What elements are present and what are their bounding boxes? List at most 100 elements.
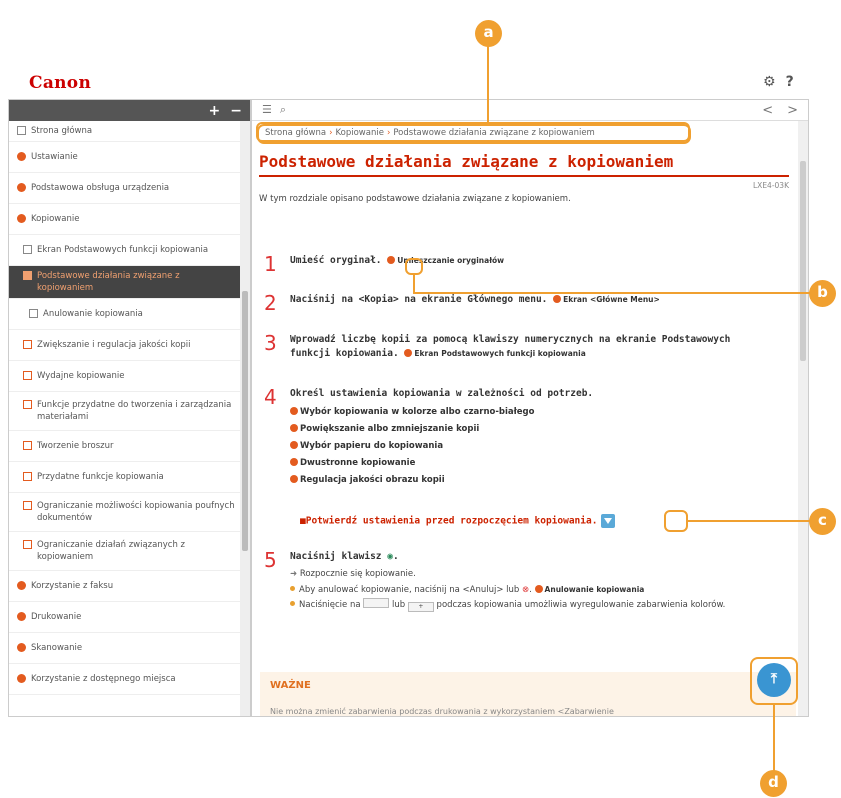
important-text: Nie można zmienić zabarwienia podczas dr… — [270, 707, 614, 716]
step-text: Naciśnij klawisz — [290, 551, 382, 562]
section-icon — [17, 214, 26, 223]
toc-item-materials[interactable]: Funkcje przydatne do tworzenia i zarządz… — [9, 392, 242, 431]
toc-item-printing[interactable]: Drukowanie — [9, 602, 242, 633]
toc-item-home[interactable]: Strona główna — [9, 121, 242, 142]
list-icon[interactable]: ☰ — [262, 103, 272, 117]
link-arrow-icon — [553, 295, 562, 303]
sidebar-scroll-thumb[interactable] — [242, 291, 248, 551]
toc-item-basic-copy-current[interactable]: Podstawowe działania związane z kopiowan… — [9, 266, 242, 299]
note-title: Potwierdź ustawienia przed rozpoczęciem … — [305, 515, 598, 527]
toc-item-booklets[interactable]: Tworzenie broszur — [9, 431, 242, 462]
callout-line-c — [688, 520, 813, 522]
document-code: LXE4-03K — [753, 181, 789, 190]
toc-item-copy-screen[interactable]: Ekran Podstawowych funkcji kopiowania — [9, 235, 242, 266]
step-1: 1 Umieść oryginał. Umieszczanie oryginał… — [264, 254, 504, 274]
page-icon — [17, 126, 26, 135]
result-line: ➜ Rozpocznie się kopiowanie. — [290, 569, 416, 579]
important-box: WAŻNE Nie można zmienić zabarwienia podc… — [260, 672, 796, 716]
link-arrow-icon — [387, 256, 396, 264]
section-icon — [17, 674, 26, 683]
highlight-breadcrumb — [256, 122, 690, 142]
link-arrow-icon — [290, 441, 298, 449]
step-number: 2 — [264, 291, 277, 315]
toc-item-confidential[interactable]: Ograniczanie możliwości kopiowania poufn… — [9, 493, 242, 532]
minus-key-icon — [363, 598, 390, 608]
intro-text: W tym rozdziale opisano podstawowe dział… — [259, 194, 571, 204]
expand-icon — [23, 400, 32, 409]
start-key-icon: ◉ — [387, 551, 393, 562]
expandable-note[interactable]: ■Potwierdź ustawienia przed rozpoczęciem… — [300, 514, 616, 528]
related-link[interactable]: Anulowanie kopiowania — [534, 585, 644, 594]
section-icon — [17, 581, 26, 590]
toc-item-copying[interactable]: Kopiowanie — [9, 204, 242, 235]
related-link[interactable]: Wybór papieru do kopiowania — [290, 438, 593, 455]
toc-item-quality[interactable]: Zwiększanie i regulacja jakości kopii — [9, 330, 242, 361]
toc-item-cancel-copy[interactable]: Anulowanie kopiowania — [9, 299, 242, 330]
expand-icon — [23, 371, 32, 380]
step-number: 5 — [264, 548, 277, 572]
step-text: Naciśnij na <Kopia> na ekranie Głównego … — [290, 294, 548, 305]
related-link[interactable]: Regulacja jakości obrazu kopii — [290, 472, 593, 489]
main-content: ☰ ⌕ < > Strona główna › Kopiowanie › Podstaw… — [251, 99, 809, 717]
expand-icon — [23, 501, 32, 510]
expand-button[interactable] — [601, 514, 616, 528]
related-link[interactable]: Dwustronne kopiowanie — [290, 455, 593, 472]
related-link[interactable]: Wybór kopiowania w kolorze albo czarno-b… — [290, 404, 593, 421]
related-link[interactable]: Ekran <Główne Menu> — [553, 295, 660, 304]
content-scroll-thumb[interactable] — [800, 161, 806, 361]
toc-item-storage[interactable]: Korzystanie z dostępnego miejsca — [9, 664, 242, 695]
toc-item-fax[interactable]: Korzystanie z faksu — [9, 571, 242, 602]
note-line: Naciśnięcie na lub + podczas kopiowania … — [290, 598, 725, 613]
step-4: 4 Określ ustawienia kopiowania w zależno… — [264, 387, 593, 489]
collapse-all-button[interactable]: − — [230, 103, 242, 119]
section-icon — [17, 183, 26, 192]
expand-icon — [23, 472, 32, 481]
content-toolbar: ☰ ⌕ < > — [252, 100, 808, 121]
expand-all-button[interactable]: + — [209, 103, 221, 119]
related-link[interactable]: Ekran Podstawowych funkcji kopiowania — [404, 349, 586, 358]
article: Podstawowe działania związane z kopiowan… — [259, 152, 789, 204]
annotation-b: b — [809, 280, 836, 307]
page-icon — [23, 245, 32, 254]
highlight-expand — [664, 510, 688, 532]
step-number: 1 — [264, 252, 277, 276]
step-3: 3 Wprowadź liczbę kopii za pomocą klawis… — [264, 333, 770, 361]
toc-item-basic-operation[interactable]: Podstawowa obsługa urządzenia — [9, 173, 242, 204]
toc-item-setup[interactable]: Ustawianie — [9, 142, 242, 173]
step-text: Określ ustawienia kopiowania w zależnośc… — [290, 388, 594, 399]
stop-key-icon: ⊗ — [522, 585, 530, 595]
help-icon[interactable]: ? — [786, 74, 794, 90]
step-text: Umieść oryginał. — [290, 255, 382, 266]
next-page-button[interactable]: > — [787, 103, 798, 118]
toc-item-efficient[interactable]: Wydajne kopiowanie — [9, 361, 242, 392]
related-link[interactable]: Powiększanie albo zmniejszanie kopii — [290, 421, 593, 438]
gear-icon[interactable]: ⚙ — [763, 74, 776, 90]
top-toolbar: ⚙ ? — [763, 74, 794, 90]
prev-page-button[interactable]: < — [762, 103, 773, 118]
toc-item-scanning[interactable]: Skanowanie — [9, 633, 242, 664]
link-arrow-icon — [534, 585, 543, 593]
content-scrollbar[interactable] — [798, 121, 808, 716]
expand-icon — [23, 441, 32, 450]
annotation-c: c — [809, 508, 836, 535]
sidebar-scrollbar[interactable] — [240, 121, 250, 716]
sidebar: + − Strona główna Ustawianie Podstawowa … — [8, 99, 251, 717]
note-line: Aby anulować kopiowanie, naciśnij na <An… — [290, 582, 725, 598]
bullet-icon — [290, 586, 295, 591]
search-icon[interactable]: ⌕ — [280, 103, 286, 117]
toc-item-restrict[interactable]: Ograniczanie działań związanych z kopiow… — [9, 532, 242, 571]
page-icon — [23, 271, 32, 280]
plus-key-icon: + — [407, 602, 434, 612]
callout-line-b-h — [413, 292, 813, 294]
important-title: WAŻNE — [270, 680, 311, 691]
link-arrow-icon — [290, 458, 298, 466]
highlight-link — [405, 258, 423, 275]
step-number: 4 — [264, 385, 277, 409]
step-number: 3 — [264, 331, 277, 355]
highlight-top-button — [750, 657, 798, 705]
link-arrow-icon — [290, 475, 298, 483]
toc-item-useful[interactable]: Przydatne funkcje kopiowania — [9, 462, 242, 493]
page-icon — [29, 309, 38, 318]
expand-icon — [23, 340, 32, 349]
arrow-right-icon: ➜ — [290, 569, 298, 579]
